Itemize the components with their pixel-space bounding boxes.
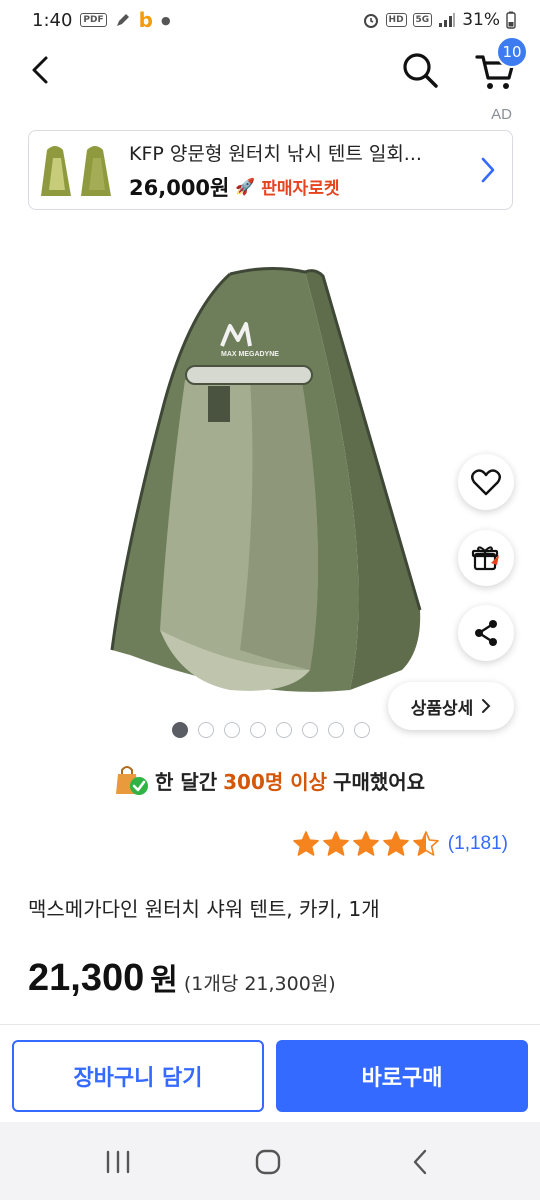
unit-price: (1개당 21,300원) <box>183 973 336 995</box>
chevron-right-icon <box>482 699 491 713</box>
carousel-dot[interactable] <box>250 722 266 738</box>
review-count[interactable]: (1,181) <box>448 833 508 855</box>
edit-icon <box>115 12 131 28</box>
recent-apps-button[interactable] <box>98 1142 138 1182</box>
product-name: 맥스메가다인 원터치 샤워 텐트, 카키, 1개 <box>28 897 380 921</box>
heart-icon <box>471 469 501 496</box>
price-value: 21,300 <box>28 957 145 999</box>
rating-row[interactable]: (1,181) <box>292 830 508 858</box>
chevron-right-icon <box>476 155 500 185</box>
gift-button[interactable] <box>458 530 514 586</box>
search-icon <box>403 53 438 88</box>
status-bar: 1:40 PDF b ● HD 5G 31% <box>0 0 540 40</box>
purchase-prefix: 한 달간 <box>154 769 218 794</box>
ad-thumbnail <box>37 140 117 200</box>
carousel-dot[interactable] <box>276 722 292 738</box>
5g-icon: 5G <box>412 13 433 27</box>
product-detail-button[interactable]: 상품상세 <box>388 682 514 730</box>
star-icon <box>292 831 319 856</box>
back-arrow-icon <box>32 56 48 84</box>
rocket-badge: 판매자로켓 <box>261 179 340 199</box>
ad-title: KFP 양문형 원터치 낚시 텐트 일회... <box>129 142 422 165</box>
shopping-bag-check-icon <box>115 766 148 795</box>
share-icon <box>475 620 497 646</box>
wishlist-button[interactable] <box>458 454 514 510</box>
ad-label: AD <box>491 106 512 123</box>
signal-icon <box>438 12 456 28</box>
system-back-icon <box>413 1149 427 1175</box>
product-detail-label: 상품상세 <box>410 698 474 719</box>
star-icon <box>322 831 349 856</box>
purchase-suffix: 구매했어요 <box>333 769 426 794</box>
system-nav-bar <box>0 1122 540 1200</box>
cart-count-badge: 10 <box>496 36 528 68</box>
carousel-dot[interactable] <box>198 722 214 738</box>
carousel-dot[interactable] <box>172 722 188 738</box>
share-button[interactable] <box>458 605 514 661</box>
recent-apps-icon <box>106 1150 130 1174</box>
back-button[interactable] <box>18 48 62 92</box>
ad-price: 26,000원 <box>129 175 230 200</box>
ad-price-row: 26,000원 🚀 판매자로켓 <box>129 172 476 202</box>
ad-text: KFP 양문형 원터치 낚시 텐트 일회... 26,000원 🚀 판매자로켓 <box>129 139 476 202</box>
system-back-button[interactable] <box>400 1142 440 1182</box>
battery-icon <box>506 11 516 29</box>
b-app-icon: b <box>138 8 153 32</box>
carousel-dot[interactable] <box>328 722 344 738</box>
ad-card[interactable]: KFP 양문형 원터치 낚시 텐트 일회... 26,000원 🚀 판매자로켓 <box>28 130 513 210</box>
rocket-icon: 🚀 <box>235 177 256 196</box>
home-button[interactable] <box>248 1142 288 1182</box>
pdf-icon: PDF <box>80 13 107 27</box>
carousel-dot[interactable] <box>354 722 370 738</box>
star-icon <box>412 831 439 856</box>
status-left: 1:40 PDF b ● <box>32 8 171 32</box>
status-time: 1:40 <box>32 9 73 31</box>
search-button[interactable] <box>396 46 444 94</box>
carousel-dot[interactable] <box>302 722 318 738</box>
gift-icon <box>471 546 499 571</box>
buy-now-button[interactable]: 바로구매 <box>276 1040 528 1112</box>
alarm-icon <box>362 11 380 29</box>
purchase-highlight: 300명 이상 <box>223 769 328 794</box>
star-icon <box>382 831 409 856</box>
carousel-dots <box>172 722 370 738</box>
notification-dot-icon: ● <box>160 13 171 27</box>
carousel-dot[interactable] <box>224 722 240 738</box>
star-icon <box>352 831 379 856</box>
status-right: HD 5G 31% <box>362 10 516 30</box>
hd-icon: HD <box>385 13 407 27</box>
battery-percent: 31% <box>462 10 500 30</box>
price-currency: 원 <box>150 963 178 998</box>
price-row: 21,300 원 (1개당 21,300원) <box>28 955 336 1000</box>
product-image[interactable]: MAX MEGADYNE <box>90 250 450 710</box>
home-icon <box>255 1149 281 1175</box>
add-to-cart-button[interactable]: 장바구니 담기 <box>12 1040 264 1112</box>
bottom-action-bar: 장바구니 담기 바로구매 <box>0 1024 540 1122</box>
top-nav <box>0 40 540 100</box>
brand-logo-text: MAX MEGADYNE <box>221 351 279 358</box>
purchase-info: 한 달간 300명 이상 구매했어요 <box>0 760 540 800</box>
